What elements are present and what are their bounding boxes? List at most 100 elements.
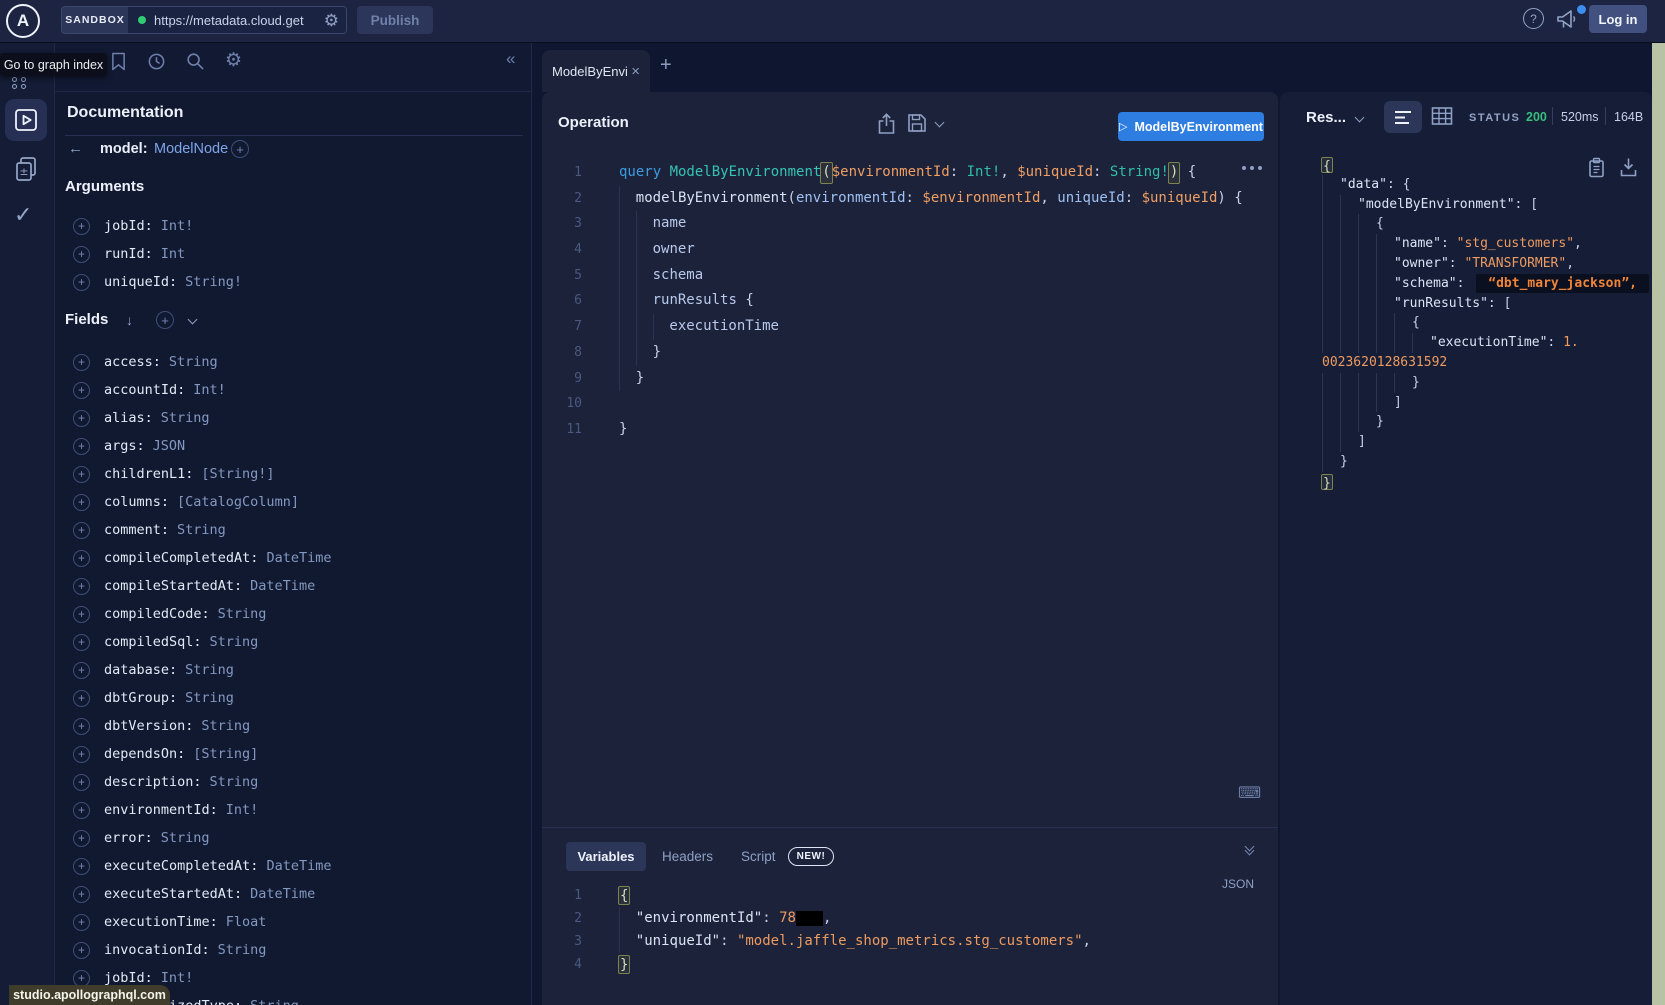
doc-field-row[interactable]: +compileStartedAt:DateTime (65, 572, 331, 600)
field-type[interactable]: Int! (161, 218, 194, 234)
table-view-toggle[interactable] (1431, 105, 1453, 127)
code-line[interactable]: 2modelByEnvironment(environmentId: $envi… (542, 186, 1278, 212)
doc-field-row[interactable]: +args:JSON (65, 432, 331, 460)
field-type[interactable]: Float (226, 914, 267, 930)
add-to-operation-icon[interactable]: + (73, 914, 90, 931)
code-line[interactable]: 4} (542, 953, 1278, 976)
doc-field-row[interactable]: +database:String (65, 656, 331, 684)
doc-field-row[interactable]: +error:String (65, 824, 331, 852)
field-type[interactable]: Int! (193, 382, 226, 398)
code-line[interactable]: 2"environmentId": 78, (542, 907, 1278, 930)
add-to-operation-icon[interactable]: + (73, 774, 90, 791)
field-type[interactable]: Int! (161, 970, 194, 986)
field-type[interactable]: String (177, 522, 226, 538)
operation-editor[interactable]: 1query ModelByEnvironment($environmentId… (542, 160, 1278, 443)
field-type[interactable]: String (185, 662, 234, 678)
new-tab-icon[interactable]: + (660, 54, 672, 77)
announcements-icon[interactable] (1556, 9, 1579, 29)
add-to-operation-icon[interactable]: + (73, 970, 90, 987)
doc-field-row[interactable]: +invocationId:String (65, 936, 331, 964)
collapse-variables-chevron-icon[interactable] (1246, 843, 1253, 854)
doc-field-row[interactable]: +runId:Int (65, 240, 242, 268)
saved-operations-icon[interactable] (111, 52, 126, 71)
add-to-operation-icon[interactable]: + (73, 274, 90, 291)
doc-field-row[interactable]: +compiledSql:String (65, 628, 331, 656)
field-type[interactable]: DateTime (266, 858, 331, 874)
collapse-panel-icon[interactable]: « (506, 49, 513, 69)
endpoint-url-box[interactable]: https://metadata.cloud.get ⚙ (128, 7, 346, 33)
field-type[interactable]: String (161, 830, 210, 846)
field-type[interactable]: String (161, 410, 210, 426)
back-arrow-icon[interactable]: ← (68, 140, 83, 157)
add-to-operation-icon[interactable]: + (73, 690, 90, 707)
search-icon[interactable] (186, 52, 205, 71)
doc-field-row[interactable]: +executeStartedAt:DateTime (65, 880, 331, 908)
keyboard-shortcuts-icon[interactable]: ⌨ (1238, 783, 1261, 803)
add-to-operation-icon[interactable]: + (73, 494, 90, 511)
sidebar-item-explorer[interactable] (5, 99, 47, 141)
settings-gear-icon[interactable]: ⚙ (225, 49, 242, 72)
doc-field-row[interactable]: +executeCompletedAt:DateTime (65, 852, 331, 880)
doc-field-row[interactable]: +comment:String (65, 516, 331, 544)
field-type[interactable]: String! (185, 274, 242, 290)
help-icon[interactable]: ? (1523, 8, 1544, 29)
history-icon[interactable] (147, 52, 166, 71)
tab-headers[interactable]: Headers (662, 849, 713, 864)
add-to-operation-icon[interactable]: + (73, 466, 90, 483)
doc-field-row[interactable]: +columns:[CatalogColumn] (65, 488, 331, 516)
field-type[interactable]: DateTime (250, 886, 315, 902)
doc-field-row[interactable]: +dependsOn:[String] (65, 740, 331, 768)
publish-button[interactable]: Publish (357, 6, 433, 34)
code-line[interactable]: 8} (542, 340, 1278, 366)
code-line[interactable]: 5schema (542, 263, 1278, 289)
add-to-operation-icon[interactable]: + (73, 550, 90, 567)
field-type[interactable]: String (201, 718, 250, 734)
add-to-operation-icon[interactable]: + (73, 802, 90, 819)
add-to-operation-icon[interactable]: + (73, 662, 90, 679)
graph-index-icon[interactable] (21, 84, 26, 89)
field-type[interactable]: DateTime (266, 550, 331, 566)
doc-field-row[interactable]: +environmentId:Int! (65, 796, 331, 824)
apollo-logo-icon[interactable]: A (6, 4, 40, 38)
run-operation-button[interactable]: ▷ ModelByEnvironment (1118, 112, 1264, 141)
code-line[interactable]: 7executionTime (542, 314, 1278, 340)
sort-fields-icon[interactable]: ↓ (126, 312, 133, 328)
add-to-operation-icon[interactable]: + (73, 522, 90, 539)
graph-index-icon[interactable] (21, 77, 26, 82)
fields-options-chevron-icon[interactable] (188, 315, 198, 325)
graph-index-icon[interactable] (12, 77, 17, 82)
code-line[interactable]: 1query ModelByEnvironment($environmentId… (542, 160, 1278, 186)
add-to-operation-icon[interactable]: + (73, 718, 90, 735)
login-button[interactable]: Log in (1589, 5, 1647, 33)
field-type[interactable]: JSON (153, 438, 186, 454)
add-all-fields-icon[interactable]: + (156, 311, 174, 329)
field-type[interactable]: [CatalogColumn] (177, 494, 299, 510)
field-type[interactable]: String (250, 998, 299, 1005)
field-type[interactable]: String (185, 690, 234, 706)
field-type[interactable]: Int! (226, 802, 259, 818)
code-line[interactable]: 3"uniqueId": "model.jaffle_shop_metrics.… (542, 930, 1278, 953)
doc-field-row[interactable]: +accountId:Int! (65, 376, 331, 404)
doc-field-row[interactable]: +uniqueId:String! (65, 268, 242, 296)
doc-field-row[interactable]: +description:String (65, 768, 331, 796)
list-view-toggle[interactable] (1384, 101, 1422, 133)
doc-field-row[interactable]: +dbtGroup:String (65, 684, 331, 712)
close-tab-icon[interactable]: × (631, 63, 640, 80)
save-operation-icon[interactable] (908, 114, 926, 132)
code-line[interactable]: 9} (542, 366, 1278, 392)
add-to-operation-icon[interactable]: + (73, 354, 90, 371)
code-line[interactable]: 1{ (542, 884, 1278, 907)
field-type[interactable]: Int (161, 246, 185, 262)
field-type[interactable]: String (218, 942, 267, 958)
add-type-icon[interactable]: + (231, 140, 249, 158)
add-to-operation-icon[interactable]: + (73, 246, 90, 263)
code-line[interactable]: 3name (542, 211, 1278, 237)
add-to-operation-icon[interactable]: + (73, 634, 90, 651)
doc-field-row[interactable]: +alias:String (65, 404, 331, 432)
add-to-operation-icon[interactable]: + (73, 886, 90, 903)
add-to-operation-icon[interactable]: + (73, 438, 90, 455)
field-type[interactable]: String (210, 634, 259, 650)
breadcrumb-type-link[interactable]: ModelNode (154, 141, 228, 157)
add-to-operation-icon[interactable]: + (73, 858, 90, 875)
code-line[interactable]: 6runResults { (542, 288, 1278, 314)
